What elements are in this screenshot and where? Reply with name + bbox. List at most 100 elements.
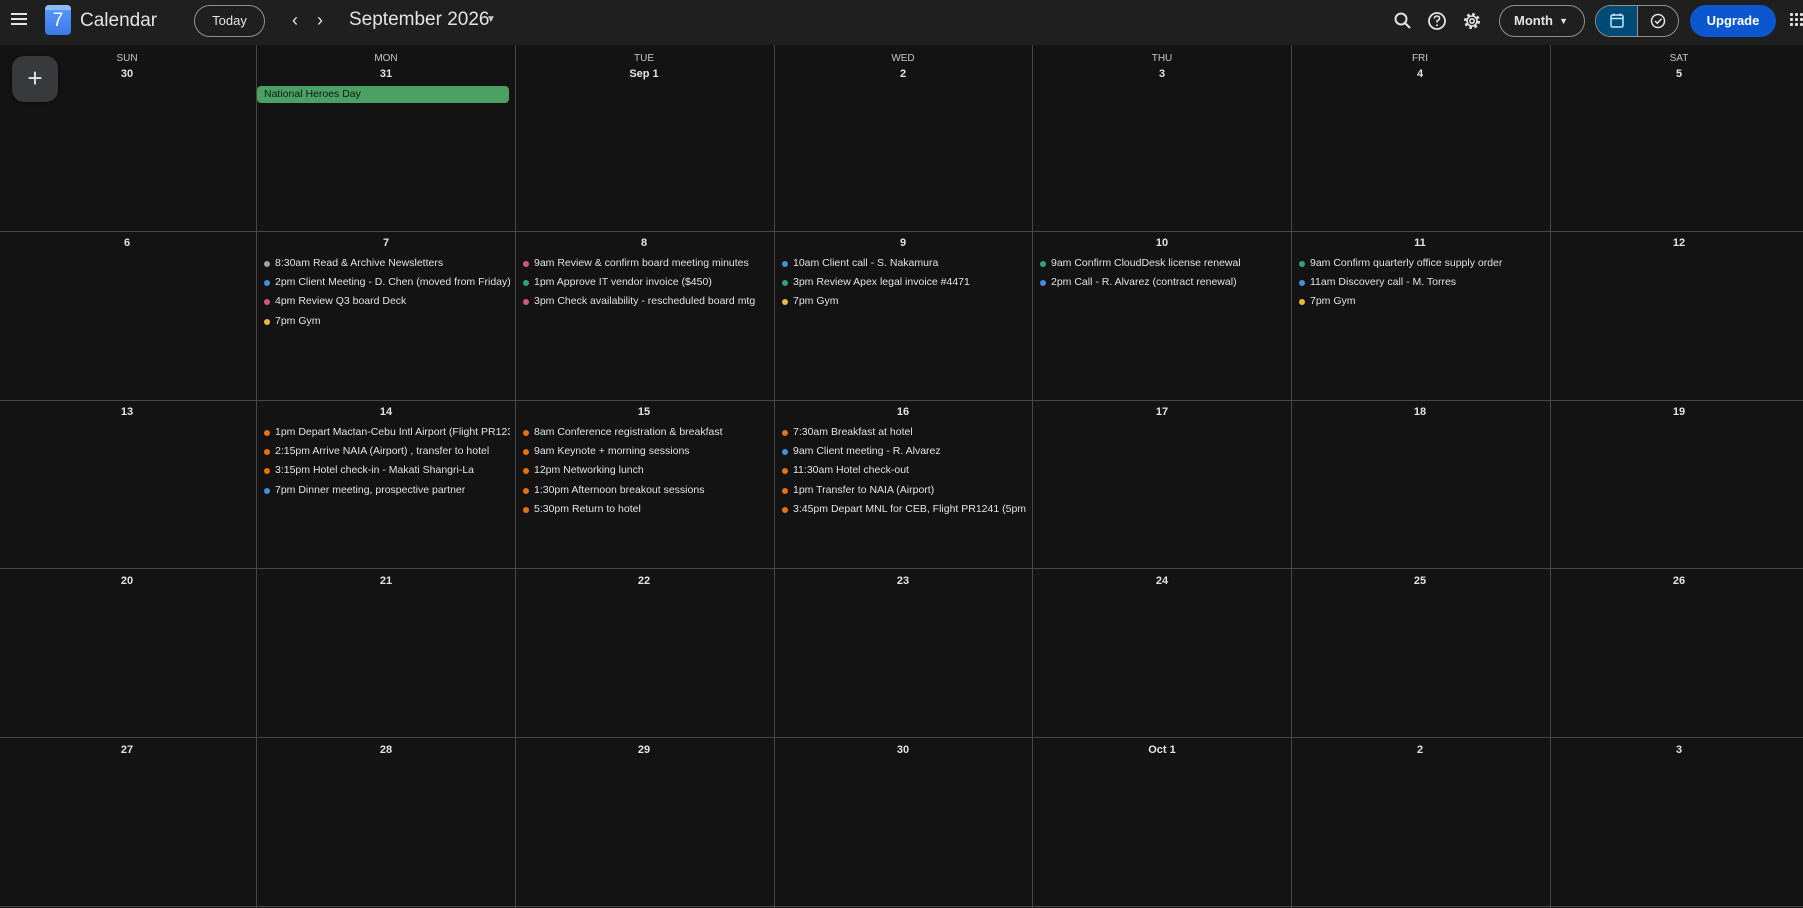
event-label: 9am Client meeting - R. Alvarez [793,445,941,457]
event-label: 4pm Review Q3 board Deck [275,295,407,307]
day-number[interactable]: 3 [1132,68,1192,80]
column-divider [774,45,775,908]
event-item[interactable]: 7:30am Breakfast at hotel [782,424,1028,441]
day-number[interactable]: 6 [97,237,157,249]
day-number[interactable]: 16 [873,406,933,418]
day-number[interactable]: 2 [1390,744,1450,756]
event-item[interactable]: 3pm Check availability - rescheduled boa… [523,293,769,310]
day-number[interactable]: 5 [1649,68,1709,80]
today-button[interactable]: Today [194,5,265,37]
event-item[interactable]: 3pm Review Apex legal invoice #4471 [782,274,1028,291]
previous-month-button[interactable]: ‹ [285,10,305,32]
chevron-down-icon: ▼ [1559,16,1568,26]
event-label: 3:45pm Depart MNL for CEB, Flight PR1241… [793,503,1028,515]
event-color-dot [264,319,270,325]
day-number[interactable]: 18 [1390,406,1450,418]
chevron-down-icon[interactable]: ▼ [486,14,496,25]
view-switcher-button[interactable]: Month ▼ [1499,5,1585,37]
day-number[interactable]: 29 [614,744,674,756]
month-grid: SUN MON TUE WED THU FRI SAT 30 31 Sep 1 … [0,45,1803,908]
day-number[interactable]: 10 [1132,237,1192,249]
event-item[interactable]: 1pm Transfer to NAIA (Airport) [782,482,1028,499]
search-icon[interactable] [1391,9,1415,33]
event-item[interactable]: 3:45pm Depart MNL for CEB, Flight PR1241… [782,501,1028,518]
day-number[interactable]: 4 [1390,68,1450,80]
day-number[interactable]: 2 [873,68,933,80]
current-month-title[interactable]: September 2026 [349,9,490,31]
event-item[interactable]: 2pm Client Meeting - D. Chen (moved from… [264,274,510,291]
create-event-button[interactable]: + [12,56,58,102]
day-number[interactable]: 20 [97,575,157,587]
event-item[interactable]: 8:30am Read & Archive Newsletters [264,255,510,272]
day-number[interactable]: 30 [873,744,933,756]
week-divider [0,737,1803,738]
calendar-view-toggle[interactable] [1596,6,1638,36]
event-color-dot [523,299,529,305]
menu-icon[interactable] [9,11,29,31]
event-item[interactable]: 11:30am Hotel check-out [782,462,1028,479]
event-item[interactable]: 4pm Review Q3 board Deck [264,293,510,310]
event-color-dot [782,488,788,494]
event-color-dot [1299,280,1305,286]
day-number[interactable]: 7 [356,237,416,249]
day-number[interactable]: 12 [1649,237,1709,249]
event-label: 8:30am Read & Archive Newsletters [275,257,444,269]
day-number[interactable]: 8 [614,237,674,249]
event-color-dot [523,261,529,267]
next-month-button[interactable]: › [310,10,330,32]
event-item[interactable]: 3:15pm Hotel check-in - Makati Shangri-L… [264,462,510,479]
event-item[interactable]: 5:30pm Return to hotel [523,501,769,518]
event-item[interactable]: 7pm Gym [1299,293,1545,310]
day-number[interactable]: 25 [1390,575,1450,587]
gear-icon[interactable] [1460,9,1484,33]
event-item[interactable]: 9am Confirm CloudDesk license renewal [1040,255,1286,272]
week-divider [0,568,1803,569]
upgrade-button[interactable]: Upgrade [1690,5,1776,37]
event-item[interactable]: 1pm Depart Mactan-Cebu Intl Airport (Fli… [264,424,510,441]
event-color-dot [523,507,529,513]
event-item[interactable]: 7pm Gym [782,293,1028,310]
day-number[interactable]: 22 [614,575,674,587]
event-label: 7pm Gym [793,295,839,307]
day-number[interactable]: Sep 1 [614,68,674,80]
day-number[interactable]: 11 [1390,237,1450,249]
day-number[interactable]: 24 [1132,575,1192,587]
day-number[interactable]: 15 [614,406,674,418]
event-label: 11:30am Hotel check-out [793,464,909,476]
day-number[interactable]: Oct 1 [1132,744,1192,756]
day-number[interactable]: 26 [1649,575,1709,587]
day-number[interactable]: 28 [356,744,416,756]
day-number[interactable]: 14 [356,406,416,418]
event-item[interactable]: 9am Review & confirm board meeting minut… [523,255,769,272]
event-item[interactable]: 2pm Call - R. Alvarez (contract renewal) [1040,274,1286,291]
event-item[interactable]: 12pm Networking lunch [523,462,769,479]
column-divider [256,45,257,908]
day-number[interactable]: 9 [873,237,933,249]
top-app-bar: 7 Calendar Today ‹ › September 2026 ▼ Mo… [0,0,1803,45]
event-item[interactable]: 9am Client meeting - R. Alvarez [782,443,1028,460]
event-label: 3:15pm Hotel check-in - Makati Shangri-L… [275,464,475,476]
day-number[interactable]: 23 [873,575,933,587]
event-item[interactable]: 9am Confirm quarterly office supply orde… [1299,255,1545,272]
tasks-view-toggle[interactable] [1638,6,1678,36]
day-number[interactable]: 21 [356,575,416,587]
apps-icon[interactable] [1790,13,1803,29]
event-item[interactable]: 10am Client call - S. Nakamura [782,255,1028,272]
event-item[interactable]: 2:15pm Arrive NAIA (Airport) , transfer … [264,443,510,460]
event-item[interactable]: 1pm Approve IT vendor invoice ($450) [523,274,769,291]
day-number[interactable]: 17 [1132,406,1192,418]
allday-event-chip[interactable]: National Heroes Day [257,86,509,103]
day-number[interactable]: 30 [97,68,157,80]
event-item[interactable]: 9am Keynote + morning sessions [523,443,769,460]
help-icon[interactable] [1425,9,1449,33]
day-number[interactable]: 13 [97,406,157,418]
day-number[interactable]: 27 [97,744,157,756]
event-item[interactable]: 7pm Dinner meeting, prospective partner [264,482,510,499]
day-number[interactable]: 3 [1649,744,1709,756]
event-item[interactable]: 11am Discovery call - M. Torres [1299,274,1545,291]
event-item[interactable]: 7pm Gym [264,313,510,330]
event-item[interactable]: 1:30pm Afternoon breakout sessions [523,482,769,499]
day-number[interactable]: 31 [356,68,416,80]
event-item[interactable]: 8am Conference registration & breakfast [523,424,769,441]
day-number[interactable]: 19 [1649,406,1709,418]
